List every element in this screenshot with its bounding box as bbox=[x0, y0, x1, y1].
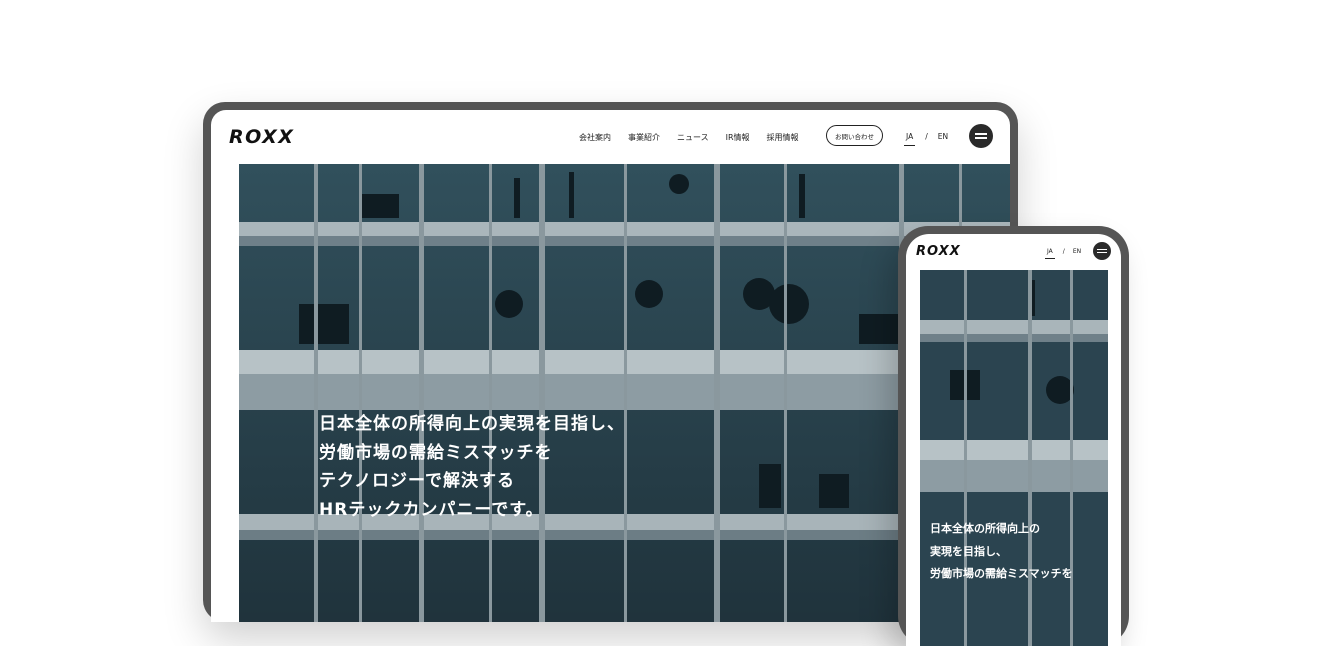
office-building-image bbox=[239, 164, 1010, 622]
hamburger-icon[interactable] bbox=[1093, 242, 1111, 260]
language-switcher: JA / EN bbox=[1045, 248, 1081, 259]
nav-item-news[interactable]: ニュース bbox=[677, 132, 709, 143]
lang-separator: / bbox=[925, 132, 928, 141]
hero-line: 労働市場の需給ミスマッチを bbox=[930, 567, 1073, 580]
hero-line: HRテックカンパニーです。 bbox=[319, 499, 544, 520]
hamburger-icon[interactable] bbox=[969, 124, 993, 148]
hero-image: 日本全体の所得向上の実現を目指し、 労働市場の需給ミスマッチを テクノロジーで解… bbox=[239, 164, 1010, 622]
tablet-mockup: ROXX 会社案内 事業紹介 ニュース IR情報 採用情報 お問い合わせ JA … bbox=[203, 102, 1018, 622]
hero-catchcopy: 日本全体の所得向上の実現を目指し、 労働市場の需給ミスマッチを テクノロジーで解… bbox=[319, 410, 625, 524]
hero-catchcopy: 日本全体の所得向上の 実現を目指し、 労働市場の需給ミスマッチを bbox=[930, 518, 1073, 586]
phone-mockup: ROXX JA / EN 日本全体の所得向上の 実現を目指し、 労働市場の需給ミ… bbox=[898, 226, 1129, 646]
hero-line: 労働市場の需給ミスマッチを bbox=[319, 442, 553, 463]
global-nav: 会社案内 事業紹介 ニュース IR情報 採用情報 bbox=[579, 132, 799, 143]
lang-ja-link[interactable]: JA bbox=[904, 132, 916, 146]
lang-en-link[interactable]: EN bbox=[1073, 248, 1081, 259]
hero-line: 実現を目指し、 bbox=[930, 544, 1007, 558]
nav-item-recruit[interactable]: 採用情報 bbox=[767, 132, 799, 143]
tablet-screen: ROXX 会社案内 事業紹介 ニュース IR情報 採用情報 お問い合わせ JA … bbox=[211, 110, 1010, 622]
nav-item-business[interactable]: 事業紹介 bbox=[628, 132, 660, 143]
lang-en-link[interactable]: EN bbox=[938, 132, 948, 146]
phone-screen: ROXX JA / EN 日本全体の所得向上の 実現を目指し、 労働市場の需給ミ… bbox=[906, 234, 1121, 646]
nav-item-company[interactable]: 会社案内 bbox=[579, 132, 611, 143]
hero-image: 日本全体の所得向上の 実現を目指し、 労働市場の需給ミスマッチを bbox=[920, 270, 1108, 646]
hero-line: 日本全体の所得向上の実現を目指し、 bbox=[319, 414, 625, 434]
logo[interactable]: ROXX bbox=[229, 126, 294, 148]
logo[interactable]: ROXX bbox=[916, 244, 961, 259]
hero-line: テクノロジーで解決する bbox=[319, 471, 515, 491]
lang-separator: / bbox=[1062, 248, 1065, 255]
nav-item-ir[interactable]: IR情報 bbox=[726, 132, 750, 143]
office-building-image bbox=[920, 270, 1108, 646]
lang-ja-link[interactable]: JA bbox=[1045, 248, 1055, 259]
contact-button[interactable]: お問い合わせ bbox=[826, 125, 883, 146]
hero-line: 日本全体の所得向上の bbox=[930, 522, 1040, 535]
language-switcher: JA / EN bbox=[904, 132, 948, 146]
